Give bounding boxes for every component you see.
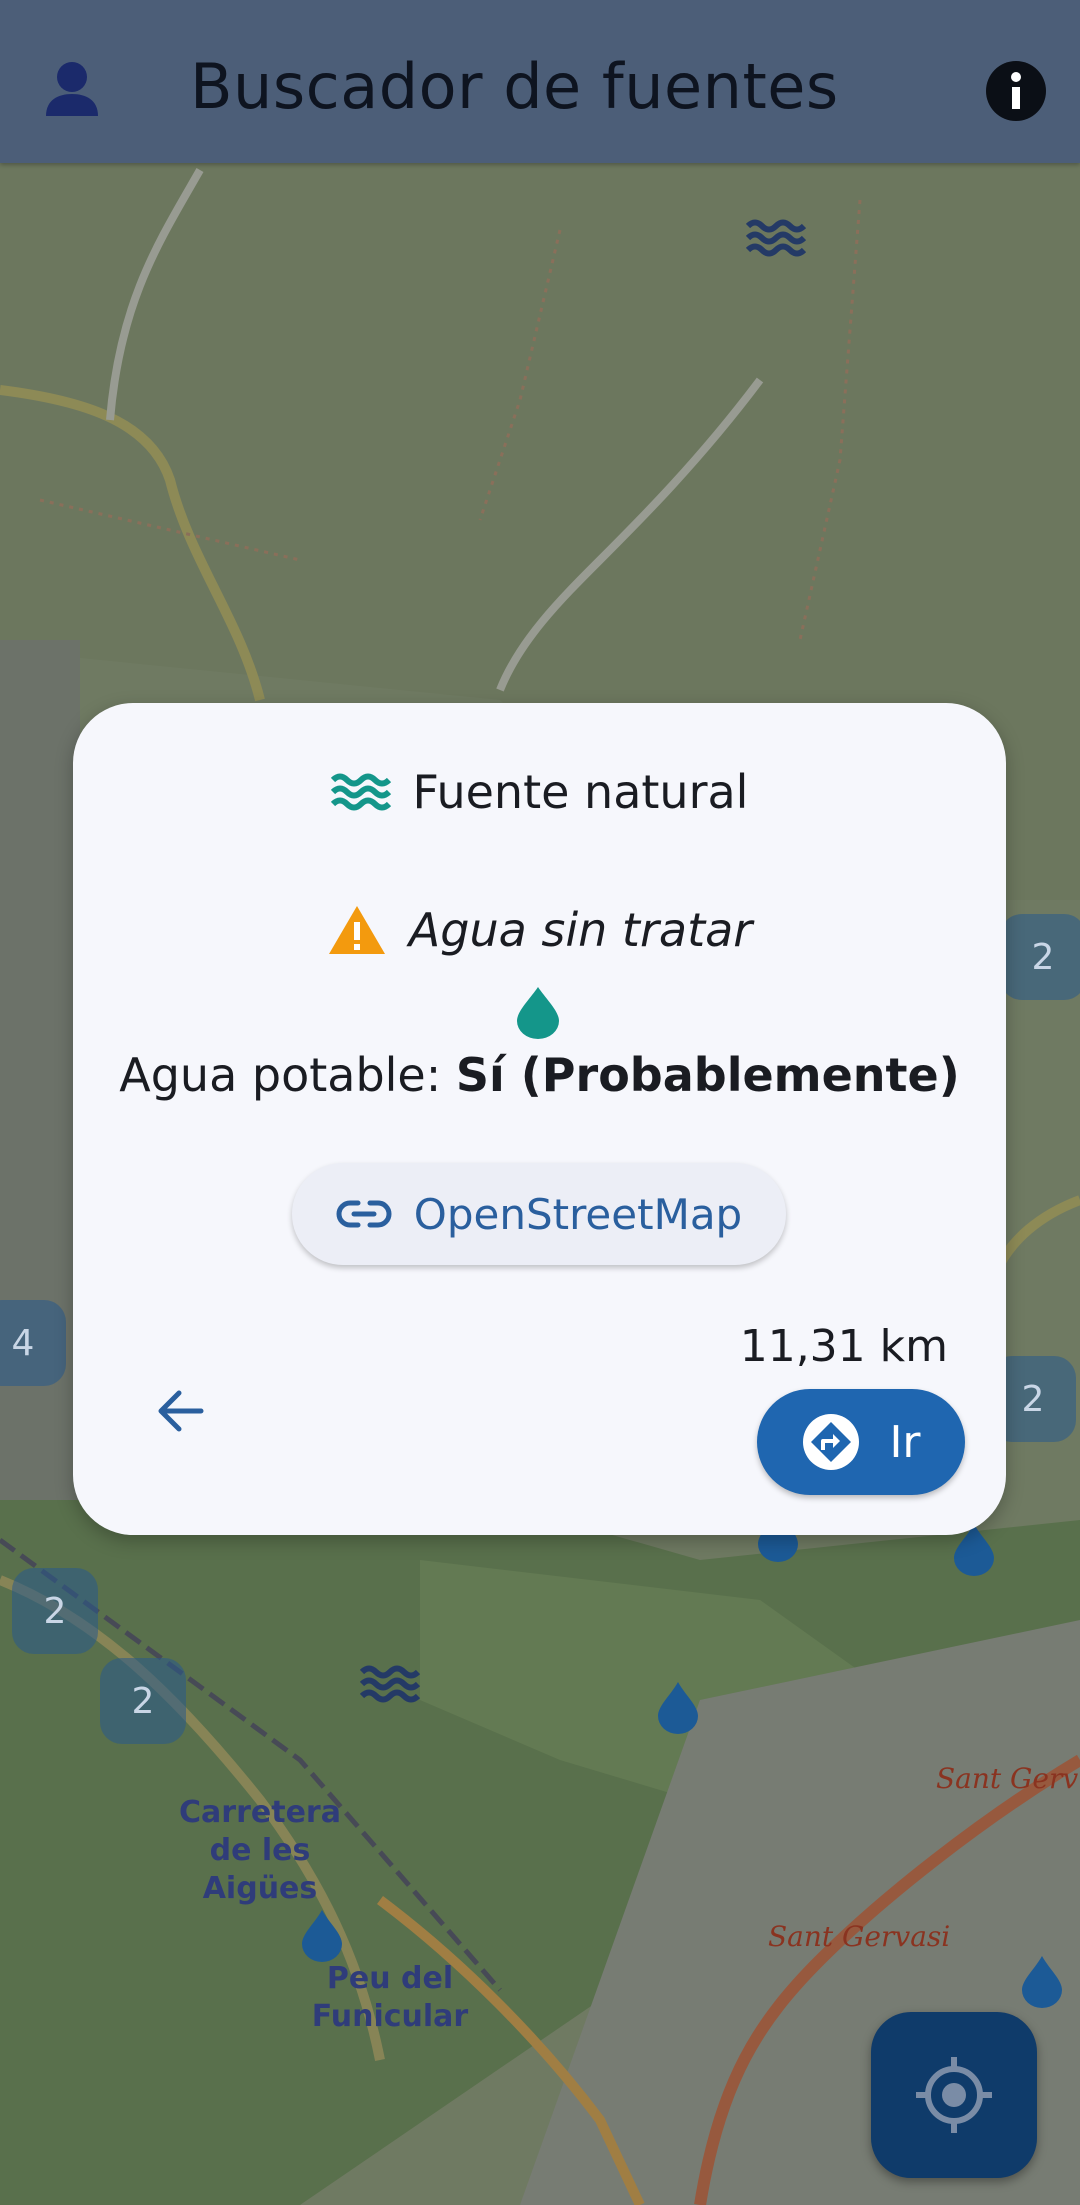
map-place-label: Peu del Funicular [311, 1961, 469, 2034]
openstreetmap-button[interactable]: OpenStreetMap [292, 1163, 786, 1265]
map-place-label: Carretera de les Aigües [179, 1795, 341, 1906]
natural-spring-marker[interactable] [360, 1664, 420, 1704]
map-place-label: Sant Gervasi [768, 1920, 951, 1953]
fountain-type-label: Fuente natural [412, 765, 749, 819]
link-icon [336, 1200, 392, 1228]
map-cluster-marker[interactable]: 4 [0, 1300, 66, 1386]
water-warning-label: Agua sin tratar [408, 903, 753, 957]
water-warning-row: Agua sin tratar [73, 903, 1006, 957]
my-location-icon [916, 2057, 992, 2133]
map-cluster-marker[interactable]: 2 [12, 1568, 98, 1654]
map-cluster-marker[interactable]: 2 [1000, 914, 1080, 1000]
go-button[interactable]: Ir [757, 1389, 965, 1495]
my-location-button[interactable] [871, 2012, 1037, 2178]
potable-prefix: Agua potable: [119, 1048, 456, 1102]
app-bar: Buscador de fuentes [0, 0, 1080, 163]
potable-status: Agua potable: Sí (Probablemente) [73, 1048, 1006, 1102]
map-place-label: Sant Gerv [936, 1762, 1079, 1795]
go-button-label: Ir [889, 1416, 921, 1468]
openstreetmap-button-label: OpenStreetMap [413, 1189, 743, 1239]
warning-triangle-icon [328, 906, 385, 954]
directions-icon [803, 1414, 860, 1470]
info-icon[interactable] [985, 60, 1047, 122]
water-drop-icon [517, 987, 559, 1039]
arrow-back-icon[interactable] [153, 1383, 209, 1439]
natural-spring-marker[interactable] [746, 218, 806, 258]
water-drop-marker[interactable] [300, 1908, 344, 1962]
person-icon[interactable] [44, 60, 100, 118]
potable-value: Sí (Probablemente) [455, 1048, 960, 1102]
water-drop-marker[interactable] [1020, 1954, 1064, 2008]
water-drop-marker[interactable] [656, 1680, 700, 1734]
fountain-type-row: Fuente natural [73, 765, 1006, 819]
water-waves-icon [330, 773, 391, 811]
fountain-details-dialog: Fuente natural Agua sin tratar Agua pota… [73, 703, 1006, 1535]
page-title: Buscador de fuentes [190, 50, 839, 123]
map-cluster-marker[interactable]: 2 [100, 1658, 186, 1744]
distance-label: 11,31 km [739, 1321, 948, 1372]
